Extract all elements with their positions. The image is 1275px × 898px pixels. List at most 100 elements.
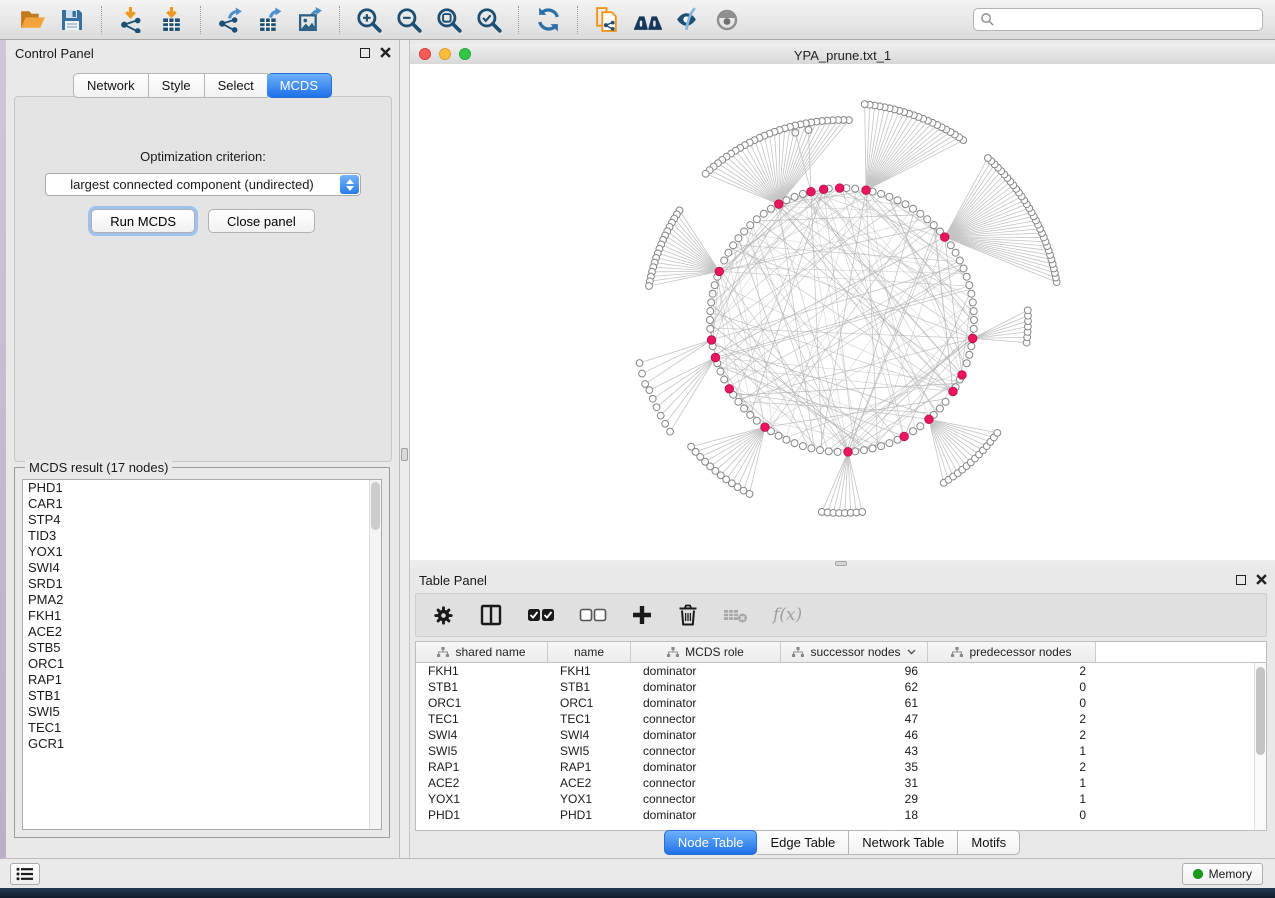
ring-node[interactable] xyxy=(878,190,885,197)
satellite-node[interactable] xyxy=(994,429,1001,436)
mcds-node[interactable] xyxy=(900,432,909,441)
ring-node[interactable] xyxy=(721,257,728,264)
mcds-node[interactable] xyxy=(725,384,734,393)
ring-node[interactable] xyxy=(963,273,970,280)
mcds-result-item[interactable]: ACE2 xyxy=(23,624,381,640)
ring-node[interactable] xyxy=(725,249,732,256)
satellite-node[interactable] xyxy=(792,129,799,136)
ring-node[interactable] xyxy=(791,193,798,200)
ring-node[interactable] xyxy=(936,405,943,412)
result-scrollbar[interactable] xyxy=(369,480,381,829)
ring-node[interactable] xyxy=(753,417,760,424)
float-window-icon[interactable] xyxy=(360,48,370,58)
table-row-PHD1[interactable]: PHD1PHD1dominator180 xyxy=(416,807,1266,823)
horizontal-splitter[interactable] xyxy=(410,560,1275,567)
column-header-predecessor-nodes[interactable]: predecessor nodes xyxy=(928,642,1096,662)
search-input[interactable] xyxy=(973,8,1263,31)
mcds-node[interactable] xyxy=(968,334,977,343)
ring-node[interactable] xyxy=(707,308,714,315)
table-row-TEC1[interactable]: TEC1TEC1connector472 xyxy=(416,711,1266,727)
mcds-result-item[interactable]: CAR1 xyxy=(23,496,381,512)
mcds-node[interactable] xyxy=(835,184,844,193)
mcds-node[interactable] xyxy=(958,371,967,380)
ring-node[interactable] xyxy=(775,432,782,439)
column-header-successor-nodes[interactable]: successor nodes xyxy=(781,642,928,662)
zoom-selected-button[interactable] xyxy=(473,4,505,36)
zoom-in-button[interactable] xyxy=(353,4,385,36)
ring-node[interactable] xyxy=(834,448,841,455)
mcds-node[interactable] xyxy=(711,353,720,362)
mcds-node[interactable] xyxy=(807,187,816,196)
mcds-node[interactable] xyxy=(862,186,871,195)
ring-node[interactable] xyxy=(947,242,954,249)
import-table-button[interactable] xyxy=(155,4,187,36)
ring-node[interactable] xyxy=(860,447,867,454)
mcds-node[interactable] xyxy=(761,423,770,432)
ring-node[interactable] xyxy=(956,257,963,264)
table-row-RAP1[interactable]: RAP1RAP1dominator352 xyxy=(416,759,1266,775)
satellite-node[interactable] xyxy=(662,420,669,427)
satellite-node[interactable] xyxy=(702,170,709,177)
mcds-result-item[interactable]: YOX1 xyxy=(23,544,381,560)
tab-motifs[interactable]: Motifs xyxy=(958,830,1020,855)
ring-node[interactable] xyxy=(852,448,859,455)
ring-node[interactable] xyxy=(917,210,924,217)
ring-node[interactable] xyxy=(767,205,774,212)
mcds-result-item[interactable]: STB1 xyxy=(23,688,381,704)
ring-node[interactable] xyxy=(747,222,754,229)
mcds-node[interactable] xyxy=(775,200,784,209)
mcds-node[interactable] xyxy=(940,233,949,242)
column-header-shared-name[interactable]: shared name xyxy=(416,642,548,662)
satellite-node[interactable] xyxy=(1024,307,1031,314)
search-sites-button[interactable] xyxy=(631,4,663,36)
satellite-node[interactable] xyxy=(636,360,643,367)
satellite-node[interactable] xyxy=(649,395,656,402)
table-scrollbar[interactable] xyxy=(1254,663,1266,830)
tab-style[interactable]: Style xyxy=(149,73,205,98)
network-view-titlebar[interactable]: YPA_prune.txt_1 xyxy=(410,44,1275,65)
close-panel-icon[interactable] xyxy=(380,47,391,58)
ring-node[interactable] xyxy=(730,242,737,249)
ring-node[interactable] xyxy=(721,376,728,383)
ring-node[interactable] xyxy=(707,325,714,332)
mcds-result-item[interactable]: GCR1 xyxy=(23,736,381,752)
criterion-select[interactable]: largest connected component (undirected) xyxy=(45,173,361,196)
ring-node[interactable] xyxy=(924,216,931,223)
ring-node[interactable] xyxy=(966,351,973,358)
ring-node[interactable] xyxy=(735,235,742,242)
ring-node[interactable] xyxy=(799,443,806,450)
ring-node[interactable] xyxy=(970,308,977,315)
ring-node[interactable] xyxy=(708,299,715,306)
ring-node[interactable] xyxy=(878,443,885,450)
import-network-button[interactable] xyxy=(115,4,147,36)
mcds-result-item[interactable]: STP4 xyxy=(23,512,381,528)
ring-node[interactable] xyxy=(970,325,977,332)
tab-network[interactable]: Network xyxy=(73,73,149,98)
open-session-button[interactable] xyxy=(16,4,48,36)
satellite-node[interactable] xyxy=(667,428,674,435)
satellite-node[interactable] xyxy=(646,387,653,394)
ring-node[interactable] xyxy=(966,282,973,289)
satellite-node[interactable] xyxy=(657,412,664,419)
tab-select[interactable]: Select xyxy=(205,73,268,98)
ring-node[interactable] xyxy=(968,290,975,297)
mcds-node[interactable] xyxy=(715,267,724,276)
mcds-node[interactable] xyxy=(949,387,958,396)
ring-node[interactable] xyxy=(783,197,790,204)
table-row-SWI5[interactable]: SWI5SWI5connector431 xyxy=(416,743,1266,759)
tab-node-table[interactable]: Node Table xyxy=(664,830,758,855)
ring-node[interactable] xyxy=(910,428,917,435)
refresh-button[interactable] xyxy=(532,4,564,36)
ring-node[interactable] xyxy=(707,317,714,324)
mcds-result-item[interactable]: SWI4 xyxy=(23,560,381,576)
zoom-out-button[interactable] xyxy=(393,4,425,36)
mcds-result-item[interactable]: TID3 xyxy=(23,528,381,544)
ring-node[interactable] xyxy=(910,205,917,212)
ring-node[interactable] xyxy=(711,282,718,289)
ring-node[interactable] xyxy=(886,440,893,447)
task-history-button[interactable] xyxy=(10,863,40,885)
ring-node[interactable] xyxy=(825,448,832,455)
ring-node[interactable] xyxy=(969,299,976,306)
zoom-fit-button[interactable] xyxy=(433,4,465,36)
satellite-node[interactable] xyxy=(984,155,991,162)
